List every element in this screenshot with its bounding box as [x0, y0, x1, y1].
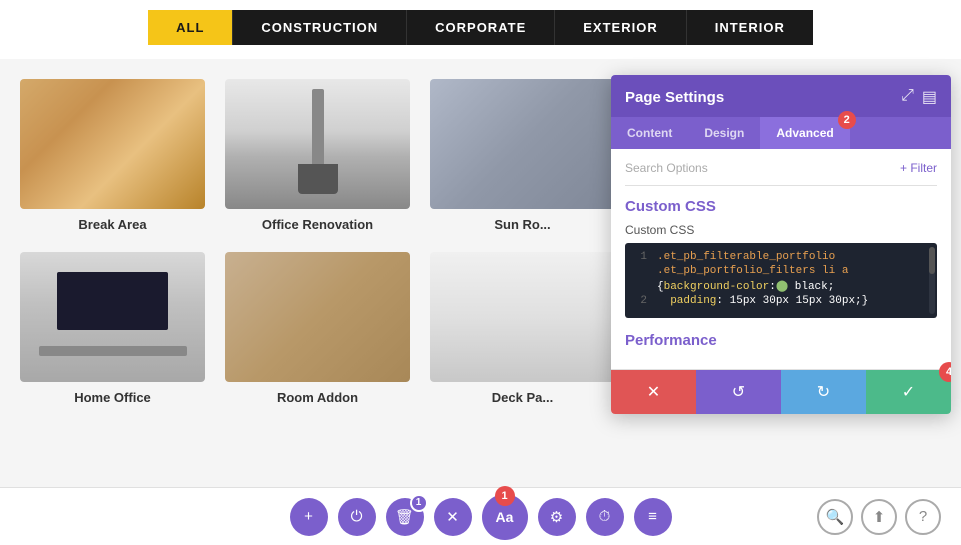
- custom-css-label: Custom CSS: [625, 223, 937, 237]
- help-button[interactable]: ?: [905, 499, 941, 535]
- page-settings-panel: Page Settings ⤢ ▤ Content Design Advance…: [611, 75, 951, 414]
- portfolio-thumb: [20, 79, 205, 209]
- panel-footer: ✕ ↺ ↻ ✓ 4: [611, 369, 951, 414]
- portfolio-label: Home Office: [74, 390, 151, 405]
- layers-button[interactable]: ≡: [634, 498, 672, 536]
- panel-tabs: Content Design Advanced 2: [611, 117, 951, 149]
- tab-design[interactable]: Design: [688, 117, 760, 149]
- text-button[interactable]: Aa 1: [482, 494, 528, 540]
- search-right-button[interactable]: 🔍: [817, 499, 853, 535]
- portfolio-label: Sun Ro...: [494, 217, 550, 232]
- list-item[interactable]: Deck Pa...: [430, 252, 615, 405]
- toolbar-right: 🔍 ⬆ ?: [817, 499, 941, 535]
- list-item[interactable]: Break Area: [20, 79, 205, 232]
- advanced-badge: 2: [838, 111, 856, 129]
- panel-expand-icon[interactable]: ⤢: [901, 87, 914, 107]
- search-options-text: Search Options: [625, 161, 708, 175]
- filter-tab-exterior[interactable]: EXTERIOR: [555, 10, 686, 45]
- portfolio-thumb: [225, 252, 410, 382]
- step-badge: 1: [495, 486, 515, 506]
- portfolio-thumb: [430, 79, 615, 209]
- portfolio-label: Office Renovation: [262, 217, 373, 232]
- list-item[interactable]: Sun Ro...: [430, 79, 615, 232]
- code-scrollbar-thumb: [929, 247, 935, 274]
- filter-tab-interior[interactable]: INTERIOR: [687, 10, 813, 45]
- panel-body: Search Options + Filter Custom CSS Custo…: [611, 149, 951, 369]
- list-item[interactable]: Office Renovation: [225, 79, 410, 232]
- tab-content[interactable]: Content: [611, 117, 688, 149]
- delete-button[interactable]: 🗑 1: [386, 498, 424, 536]
- history-button[interactable]: ⏱: [586, 498, 624, 536]
- custom-css-section-title: Custom CSS: [625, 198, 937, 215]
- close-button[interactable]: ✕: [434, 498, 472, 536]
- search-filter-row: Search Options + Filter: [625, 161, 937, 186]
- filter-tabs-container: ALL CONSTRUCTION CORPORATE EXTERIOR INTE…: [0, 0, 961, 59]
- panel-collapse-icon[interactable]: ▤: [922, 87, 937, 107]
- performance-section: Performance: [625, 332, 937, 349]
- filter-tab-construction[interactable]: CONSTRUCTION: [233, 10, 407, 45]
- settings-button[interactable]: ⚙: [538, 498, 576, 536]
- main-content: ALL CONSTRUCTION CORPORATE EXTERIOR INTE…: [0, 0, 961, 487]
- add-button[interactable]: +: [290, 498, 328, 536]
- portability-button[interactable]: ⬆: [861, 499, 897, 535]
- filter-button[interactable]: + Filter: [900, 161, 937, 175]
- cancel-button[interactable]: ✕: [611, 370, 696, 414]
- code-line-2: .et_pb_portfolio_filters li a: [635, 265, 927, 277]
- code-line-3: {background-color:⬤ black;: [635, 279, 927, 293]
- performance-section-title: Performance: [625, 332, 937, 349]
- portfolio-thumb: [430, 252, 615, 382]
- portfolio-thumb: [225, 79, 410, 209]
- portfolio-label: Deck Pa...: [492, 390, 553, 405]
- code-scrollbar[interactable]: [929, 247, 935, 314]
- code-line-1: 1 .et_pb_filterable_portfolio: [635, 251, 927, 263]
- undo-button[interactable]: ↺: [696, 370, 781, 414]
- custom-css-editor[interactable]: 1 .et_pb_filterable_portfolio .et_pb_por…: [625, 243, 937, 318]
- portfolio-label: Break Area: [78, 217, 146, 232]
- panel-header-icons: ⤢ ▤: [901, 87, 937, 117]
- bottom-toolbar: + ⏻ 🗑 1 ✕ Aa 1 ⚙ ⏱ ≡ 🔍 ⬆ ?: [0, 487, 961, 545]
- power-button[interactable]: ⏻: [338, 498, 376, 536]
- filter-tab-corporate[interactable]: CORPORATE: [407, 10, 555, 45]
- panel-title: Page Settings: [625, 89, 724, 116]
- redo-button[interactable]: ↻: [781, 370, 866, 414]
- portfolio-grid: Break Area Office Renovation Sun Ro...: [0, 59, 580, 415]
- tab-advanced[interactable]: Advanced 2: [760, 117, 849, 149]
- list-item[interactable]: Home Office: [20, 252, 205, 405]
- portfolio-thumb: [20, 252, 205, 382]
- save-button[interactable]: ✓ 4: [866, 370, 951, 414]
- panel-header: Page Settings ⤢ ▤: [611, 75, 951, 117]
- delete-count-badge: 1: [410, 494, 428, 512]
- save-badge: 4: [939, 362, 951, 382]
- code-line-4: 2 padding: 15px 30px 15px 30px;}: [635, 295, 927, 307]
- portfolio-label: Room Addon: [277, 390, 358, 405]
- list-item[interactable]: Room Addon: [225, 252, 410, 405]
- filter-tab-all[interactable]: ALL: [148, 10, 233, 45]
